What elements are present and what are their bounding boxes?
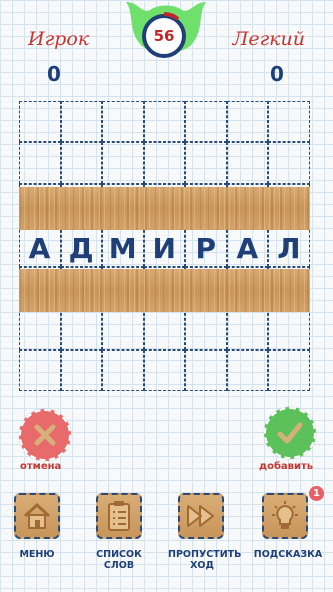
letter-tile[interactable]: И	[144, 230, 185, 268]
board-cell[interactable]	[102, 308, 144, 350]
cancel-button[interactable]	[19, 409, 71, 461]
board-cell[interactable]	[102, 142, 144, 184]
board-cell[interactable]	[226, 142, 269, 184]
board-cell[interactable]	[226, 101, 269, 143]
opponent-name: Легкий	[232, 28, 305, 50]
board-cell[interactable]	[185, 349, 227, 391]
board-cell[interactable]	[60, 101, 103, 143]
wood-strip-bottom	[19, 269, 310, 312]
board-cell[interactable]	[185, 308, 227, 350]
skip-turn-label-line2: ХОД	[190, 560, 214, 571]
board-cell[interactable]	[143, 142, 186, 184]
opponent-score: 0	[270, 62, 284, 86]
board-cell[interactable]	[268, 101, 310, 143]
board-cell[interactable]	[226, 308, 269, 350]
cancel-label: отмена	[20, 461, 62, 472]
word-list-button[interactable]	[96, 493, 142, 539]
word-list-label-line1: СПИСОК	[96, 549, 142, 560]
player-name: Игрок	[28, 28, 90, 50]
add-button[interactable]	[264, 407, 316, 459]
letter-tile[interactable]: Л	[268, 230, 309, 268]
clipboard-list-icon	[108, 501, 130, 531]
board-cell[interactable]	[185, 142, 227, 184]
menu-button[interactable]	[14, 493, 60, 539]
cross-icon	[34, 424, 56, 446]
add-label: добавить	[259, 461, 314, 472]
board-cell[interactable]	[143, 308, 186, 350]
board-cell[interactable]	[19, 349, 61, 391]
board-cell[interactable]	[60, 349, 103, 391]
lightbulb-icon	[272, 501, 298, 529]
hint-button[interactable]	[262, 493, 308, 539]
letter-tile[interactable]: А	[19, 230, 60, 268]
check-icon	[277, 422, 303, 444]
timer-progress-arc	[163, 12, 180, 21]
board-cell[interactable]	[102, 349, 144, 391]
board-cell[interactable]	[268, 142, 310, 184]
hint-count-badge: 1	[309, 486, 324, 501]
fast-forward-icon	[187, 505, 214, 527]
skip-turn-label-line1: ПРОПУСТИТЬ	[168, 549, 242, 560]
letter-tile[interactable]: Р	[185, 230, 226, 268]
board-cell[interactable]	[19, 101, 61, 143]
board-cell[interactable]	[19, 308, 61, 350]
wood-strip-top	[19, 187, 310, 230]
letter-tile[interactable]: М	[102, 230, 143, 268]
board-cell[interactable]	[185, 101, 227, 143]
letter-tile[interactable]: А	[227, 230, 268, 268]
house-icon	[23, 502, 51, 529]
board-cell[interactable]	[60, 308, 103, 350]
letter-tile[interactable]: Д	[61, 230, 102, 268]
menu-label: МЕНЮ	[19, 549, 55, 560]
skip-turn-button[interactable]	[178, 493, 224, 539]
board-cell[interactable]	[143, 101, 186, 143]
word-list-label-line2: СЛОВ	[103, 560, 135, 571]
board-cell[interactable]	[102, 101, 144, 143]
board-cell[interactable]	[268, 349, 310, 391]
board-cell[interactable]	[226, 349, 269, 391]
board-cell[interactable]	[143, 349, 186, 391]
player-score: 0	[47, 62, 61, 86]
hint-label: ПОДСКАЗКА	[253, 549, 323, 560]
skip-turn-label: ПРОПУСТИТЬ ХОД	[168, 549, 242, 571]
word-list-label: СПИСОК СЛОВ	[90, 549, 148, 571]
board-cell[interactable]	[19, 142, 61, 184]
board-cell[interactable]	[268, 308, 310, 350]
board-cell[interactable]	[60, 142, 103, 184]
